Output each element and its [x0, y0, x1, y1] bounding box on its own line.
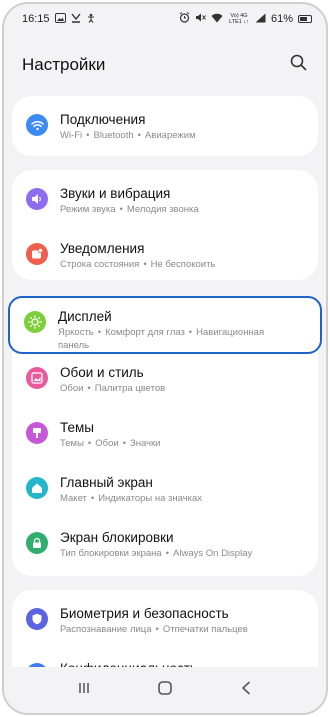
settings-card-display-group: Дисплей Яркость • Комфорт для глаз • Навигац…	[8, 296, 322, 576]
home-icon	[26, 477, 48, 499]
item-title: Биометрия и безопасность	[60, 606, 229, 621]
item-subtitle: Обои • Палитра цветов	[60, 383, 166, 394]
item-subtitle: Темы • Обои • Значки	[60, 438, 161, 449]
recent-apps-icon	[77, 681, 91, 700]
settings-item-wallpaper[interactable]: Обои и стиль Обои • Палитра цветов	[12, 352, 318, 407]
recent-apps-button[interactable]	[69, 675, 99, 705]
home-nav-icon	[157, 680, 173, 701]
wallpaper-icon	[26, 367, 48, 389]
mute-icon	[195, 12, 206, 26]
settings-item-lock-screen[interactable]: Экран блокировки Тип блокировки экрана • A…	[12, 517, 318, 572]
item-subtitle: Яркость • Комфорт для глаз • Навигационная	[58, 327, 265, 338]
app-header: Настройки	[4, 34, 326, 96]
signal-icon	[255, 13, 266, 26]
settings-item-connections[interactable]: Подключения Wi-Fi • Bluetooth • Авиарежим	[12, 99, 318, 154]
page-title: Настройки	[22, 55, 106, 74]
battery-icon	[298, 15, 312, 23]
missed-call-notification-icon	[70, 13, 81, 26]
network-type-label: Vo) 4G LTE1 ↓↑	[229, 13, 249, 25]
speaker-icon	[26, 188, 48, 210]
settings-item-biometrics[interactable]: Биометрия и безопасность Распознавание л…	[12, 593, 318, 648]
sun-icon	[24, 311, 46, 333]
bell-icon	[26, 243, 48, 265]
settings-item-notifications[interactable]: Уведомления Строка состояния • Не беспокои…	[12, 228, 318, 280]
item-subtitle: Режим звука • Мелодия звонка	[60, 204, 199, 215]
settings-item-themes[interactable]: Темы Темы • Обои • Значки	[12, 407, 318, 462]
back-icon	[240, 681, 252, 700]
item-title: Уведомления	[60, 241, 145, 256]
wifi-icon	[26, 114, 48, 136]
home-button[interactable]	[150, 675, 180, 705]
item-subtitle: Wi-Fi • Bluetooth • Авиарежим	[60, 130, 196, 141]
shield-icon	[26, 608, 48, 630]
accessibility-notification-icon	[86, 13, 96, 26]
item-subtitle: Тип блокировки экрана • Always On Display	[60, 548, 253, 559]
item-title: Главный экран	[60, 475, 153, 490]
item-subtitle: Макет • Индикаторы на значках	[60, 493, 203, 504]
search-icon	[290, 54, 307, 76]
themes-icon	[26, 422, 48, 444]
search-button[interactable]	[286, 53, 310, 77]
status-bar: 16:15 Vo) 4G LTE1 ↓↑ 61%	[4, 4, 326, 34]
back-button[interactable]	[231, 675, 261, 705]
settings-item-sounds[interactable]: Звуки и вибрация Режим звука • Мелодия зво…	[12, 173, 318, 228]
item-title: Обои и стиль	[60, 365, 144, 380]
lock-icon	[26, 532, 48, 554]
wifi-status-icon	[211, 13, 223, 26]
phone-frame: 16:15 Vo) 4G LTE1 ↓↑ 61% Настройки Подкл…	[2, 2, 328, 715]
settings-item-home-screen[interactable]: Главный экран Макет • Индикаторы на значка…	[12, 462, 318, 517]
item-title: Звуки и вибрация	[60, 186, 171, 201]
alarm-icon	[179, 12, 190, 26]
item-title: Темы	[60, 420, 94, 435]
item-title: Дисплей	[58, 309, 112, 324]
settings-card-connections: Подключения Wi-Fi • Bluetooth • Авиарежим	[12, 96, 318, 156]
settings-card-sound-notifications: Звуки и вибрация Режим звука • Мелодия зво…	[12, 170, 318, 280]
item-subtitle: Строка состояния • Не беспокоить	[60, 259, 216, 270]
status-time: 16:15	[22, 13, 50, 25]
battery-percent: 61%	[270, 13, 293, 25]
settings-item-display[interactable]: Дисплей Яркость • Комфорт для глаз • Навигац…	[8, 296, 322, 354]
item-title: Экран блокировки	[60, 530, 174, 545]
item-subtitle: Распознавание лица • Отпечатки пальцев	[60, 624, 248, 635]
navigation-bar	[4, 667, 326, 713]
item-title: Подключения	[60, 112, 146, 127]
item-subtitle-line2: панель	[58, 340, 90, 351]
gallery-notification-icon	[54, 12, 66, 26]
